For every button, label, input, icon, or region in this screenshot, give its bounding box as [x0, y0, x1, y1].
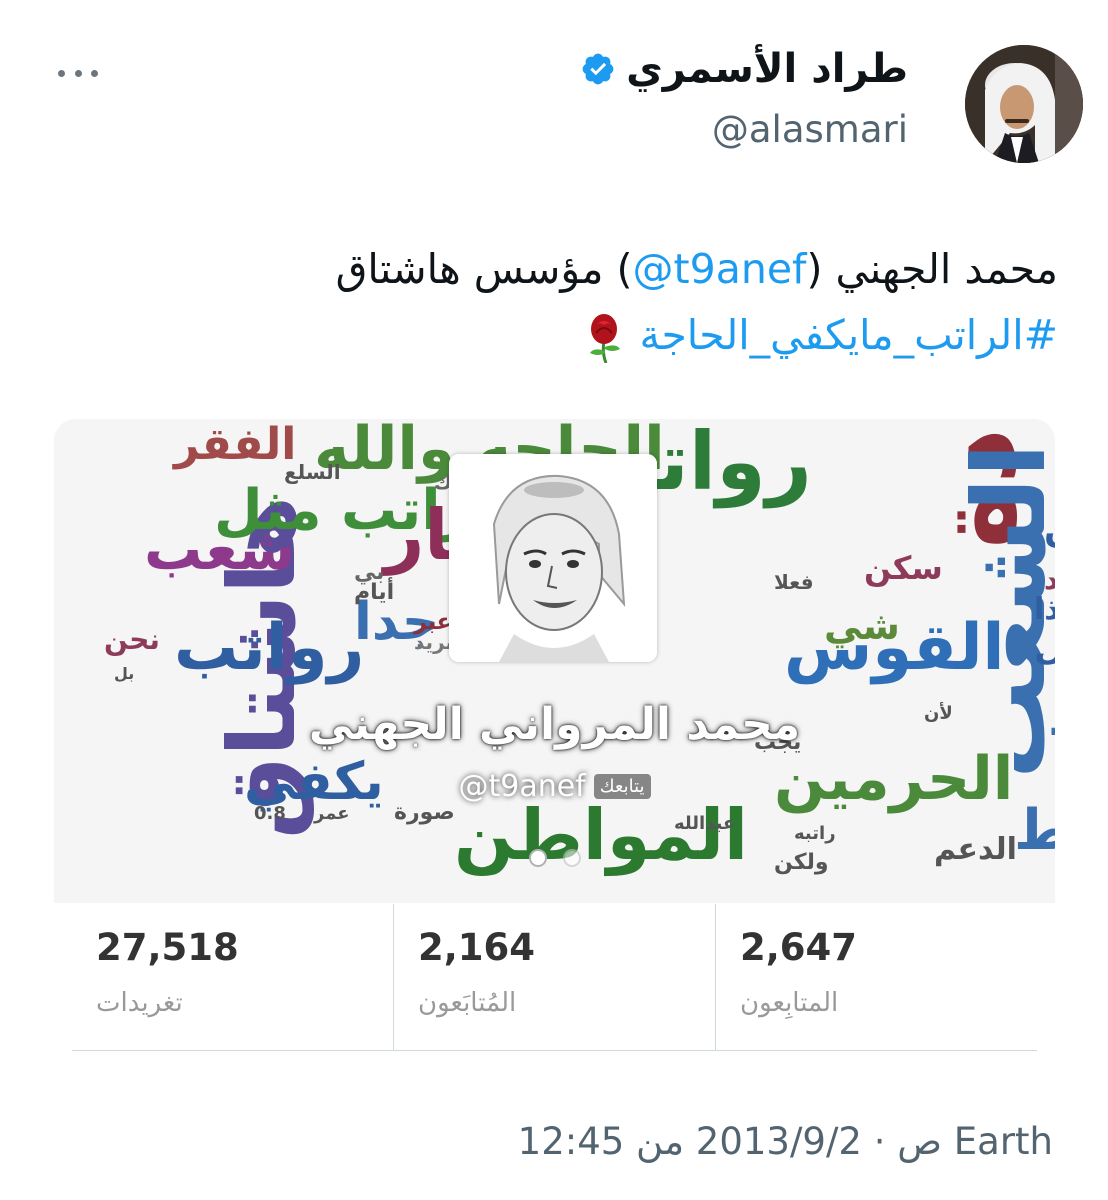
more-dot-icon [58, 69, 65, 77]
banner-word: فعلا [774, 570, 814, 594]
banner-word: راتبه [794, 823, 836, 844]
hashtag-link[interactable]: #الراتب_مايكفي_الحاجة [639, 311, 1058, 359]
banner-word: نحن [104, 623, 160, 656]
banner-word: غرد [1044, 563, 1055, 596]
tweet-line-1: محمد الجهني (@t9anef) مؤسس هاشتاق [58, 236, 1058, 302]
banner-word: عبدالله [674, 813, 735, 834]
banner-word: يصل [1034, 627, 1055, 668]
pager-dot-active[interactable] [528, 849, 547, 867]
card-handle: @t9anef [458, 769, 586, 804]
banner-word: سكن [864, 549, 943, 587]
author-name[interactable]: طراد الأسمري [626, 46, 908, 92]
stat-label: المُتابَعون [418, 988, 517, 1018]
tweet-text-paren-open: ( [806, 245, 836, 293]
banner-word: بي [354, 560, 385, 585]
stat-value: 27,518 [96, 926, 239, 969]
banner-word: عبر [413, 610, 452, 635]
author-avatar[interactable] [965, 45, 1083, 163]
author-handle[interactable]: @alasmari [712, 108, 908, 151]
card-display-name: محمد المرواني الجهني [308, 699, 801, 750]
more-dot-icon [91, 69, 98, 77]
stat-following[interactable]: 2,164 المُتابَعون [394, 904, 716, 1050]
stat-value: 2,647 [740, 926, 858, 969]
more-options-button[interactable] [58, 58, 98, 88]
card-handle-row: @t9anef يتابعك [54, 769, 1055, 804]
tweet-page: طراد الأسمري @alasmari محمد الجهني (@t9a… [0, 0, 1108, 1200]
follows-you-badge: يتابعك [593, 774, 651, 799]
tweet-text-paren-close: ) [603, 245, 633, 293]
card-profile-photo [449, 454, 657, 662]
card-avatar [449, 454, 657, 662]
banner-word: إذا [1034, 592, 1055, 627]
banner-word: عمر [313, 803, 350, 824]
tweet-line-2: #الراتب_مايكفي_الحاجة [58, 302, 1058, 368]
card-pager [54, 849, 1055, 867]
profile-card[interactable]: زيادةالشعبهاشتاقرواتبالمواطنالحاجه والله… [54, 419, 1055, 903]
pager-dot[interactable] [562, 849, 581, 867]
tweet-text-name: محمد الجهني [835, 245, 1058, 293]
author-photo [965, 45, 1083, 163]
banner-word: السلع [284, 460, 341, 484]
tweet-timestamp[interactable]: 12:45 ص · 2013/9/2 من Earth [518, 1120, 1053, 1163]
stat-followers[interactable]: 2,647 المتابِعون [716, 904, 1037, 1050]
banner-word: 0.8 [254, 803, 286, 824]
mention-link[interactable]: @t9anef [633, 245, 807, 293]
stat-tweets[interactable]: 27,518 تغريدات [72, 904, 394, 1050]
banner-word: رواتب [174, 611, 364, 685]
stat-label: تغريدات [96, 988, 183, 1018]
tweet-text: محمد الجهني (@t9anef) مؤسس هاشتاق #الرات… [58, 236, 1058, 368]
stat-label: المتابِعون [740, 988, 839, 1018]
author-name-row[interactable]: طراد الأسمري [580, 46, 908, 92]
stat-value: 2,164 [418, 926, 536, 969]
profile-stats: 27,518 تغريدات 2,164 المُتابَعون 2,647 ا… [72, 904, 1037, 1051]
banner-word: شي [824, 604, 900, 648]
more-dot-icon [74, 69, 82, 77]
rose-icon [590, 314, 621, 363]
verified-badge-icon [582, 53, 614, 85]
banner-word: بل [114, 664, 134, 683]
banner-word: سنين [1044, 507, 1055, 548]
banner-word: شعب [144, 515, 295, 583]
banner-word: الفقر [172, 419, 296, 470]
tweet-text-rest: مؤسس هاشتاق [335, 245, 604, 293]
